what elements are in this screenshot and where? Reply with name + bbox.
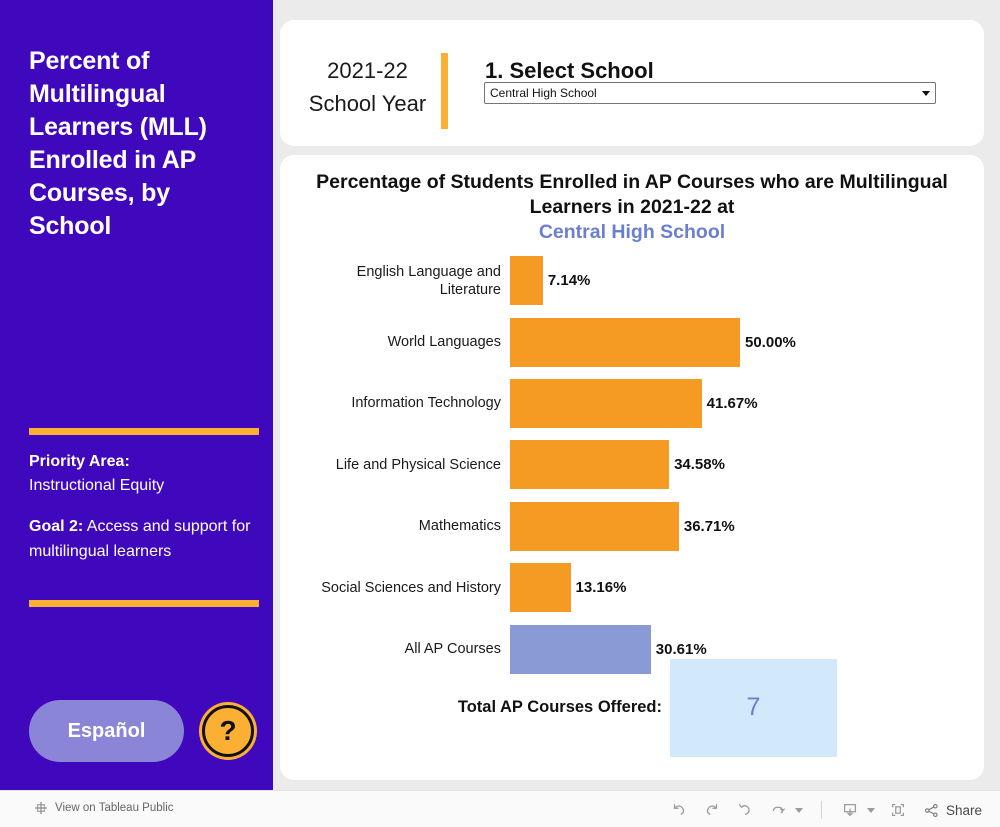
content-area: 2021-22 School Year 1. Select School Cen… — [273, 0, 1000, 790]
revert-icon[interactable] — [731, 797, 759, 823]
bar-category-label: Life and Physical Science — [280, 456, 510, 474]
divider-bottom — [29, 600, 259, 607]
bar-value-label: 41.67% — [706, 394, 758, 412]
toolbar-separator — [820, 801, 822, 819]
select-school-label: 1. Select School — [485, 58, 654, 83]
refresh-icon[interactable] — [764, 797, 792, 823]
bar-chart: English Language and Literature 7.14% World… — [280, 250, 984, 680]
bar-fill[interactable] — [510, 317, 740, 367]
dashboard-root: Percent of Multilingual Learners (MLL) E… — [0, 0, 1000, 827]
accent-divider — [441, 53, 448, 129]
refresh-dropdown-caret[interactable] — [794, 807, 803, 813]
bar-category-line1: Mathematics — [418, 518, 501, 535]
chart-panel: Percentage of Students Enrolled in AP Co… — [280, 155, 984, 780]
bar-value-label: 7.14% — [547, 272, 591, 290]
bar-row[interactable]: Life and Physical Science 34.58% — [280, 434, 984, 495]
redo-icon[interactable] — [698, 797, 726, 823]
goal-label: Goal 2: — [29, 518, 84, 535]
school-select-wrapper: Central High School — [484, 82, 936, 104]
bar-category-line1: Social Sciences and History — [321, 579, 501, 596]
priority-area-block: Priority Area: Instructional Equity — [29, 450, 264, 498]
sidebar: Percent of Multilingual Learners (MLL) E… — [0, 0, 273, 790]
bar-category-line1: World Languages — [387, 334, 501, 351]
priority-area-value: Instructional Equity — [29, 477, 165, 494]
total-courses-label: Total AP Courses Offered: — [457, 698, 662, 716]
bar-category-label: World Languages — [280, 333, 510, 351]
download-icon[interactable] — [836, 797, 864, 823]
goal-block: Goal 2: Access and support for multiling… — [29, 514, 267, 564]
school-year-label: 2021-22 School Year — [305, 54, 430, 120]
bar-fill[interactable] — [510, 378, 702, 428]
bar-fill[interactable] — [510, 501, 679, 551]
bar-value-label: 36.71% — [683, 517, 735, 535]
bar-track: 13.16% — [510, 557, 984, 618]
download-dropdown-caret[interactable] — [866, 807, 875, 813]
toolbar-buttons: Share — [665, 797, 982, 823]
tableau-logo-icon — [35, 802, 47, 814]
bar-value-label: 50.00% — [745, 333, 796, 351]
fullscreen-icon[interactable] — [884, 797, 912, 823]
bar-row[interactable]: World Languages 50.00% — [280, 311, 984, 372]
bar-fill[interactable] — [510, 563, 571, 613]
bar-category-line1: Life and Physical Science — [335, 456, 501, 473]
bar-row[interactable]: Social Sciences and History 13.16% — [280, 557, 984, 618]
bar-row[interactable]: Information Technology 41.67% — [280, 373, 984, 434]
bar-row[interactable]: Mathematics 36.71% — [280, 496, 984, 557]
chart-title-school: Central High School — [538, 221, 726, 243]
espanol-button[interactable]: Español — [29, 700, 184, 762]
bar-category-line1: Information Technology — [351, 395, 501, 412]
undo-icon[interactable] — [665, 797, 693, 823]
bar-category-label: English Language and Literature — [280, 263, 510, 299]
bar-row[interactable]: English Language and Literature 7.14% — [280, 250, 984, 311]
divider-top — [29, 428, 259, 435]
school-year-line1: 2021-22 — [327, 58, 408, 83]
dashboard-title: Percent of Multilingual Learners (MLL) E… — [29, 47, 207, 240]
tableau-link-label: View on Tableau Public — [55, 802, 174, 814]
bar-category-label: Social Sciences and History — [280, 579, 510, 597]
bar-track: 36.71% — [510, 496, 984, 557]
total-courses-row: Total AP Courses Offered: 7 — [280, 655, 984, 760]
school-select[interactable]: Central High School — [484, 82, 936, 104]
bar-category-label: Mathematics — [280, 517, 510, 535]
bar-track: 34.58% — [510, 434, 984, 495]
share-button[interactable]: Share — [923, 802, 982, 819]
controls-panel: 2021-22 School Year 1. Select School Cen… — [280, 20, 984, 146]
tableau-toolbar: View on Tableau Public Share — [0, 790, 1000, 827]
school-year-line2: School Year — [308, 91, 427, 116]
share-icon — [924, 803, 938, 817]
total-courses-value: 7 — [670, 658, 837, 757]
bar-category-line2: Literature — [439, 281, 501, 298]
priority-area-label: Priority Area: — [29, 453, 130, 470]
bar-fill[interactable] — [510, 440, 670, 490]
chart-title-line1: Percentage of Students Enrolled in AP Co… — [316, 171, 800, 193]
bar-value-label: 13.16% — [575, 579, 627, 597]
bar-category-label: Information Technology — [280, 394, 510, 412]
help-button[interactable]: ? — [199, 702, 257, 760]
bar-fill[interactable] — [510, 256, 543, 306]
chart-title: Percentage of Students Enrolled in AP Co… — [310, 170, 954, 245]
question-mark-icon: ? — [202, 705, 254, 757]
bar-track: 41.67% — [510, 373, 984, 434]
bar-track: 7.14% — [510, 250, 984, 311]
share-label: Share — [945, 802, 982, 818]
bar-category-line1: English Language and — [356, 263, 501, 280]
bar-track: 50.00% — [510, 311, 984, 372]
bar-value-label: 34.58% — [674, 456, 725, 474]
view-on-tableau-public-link[interactable]: View on Tableau Public — [34, 801, 174, 815]
